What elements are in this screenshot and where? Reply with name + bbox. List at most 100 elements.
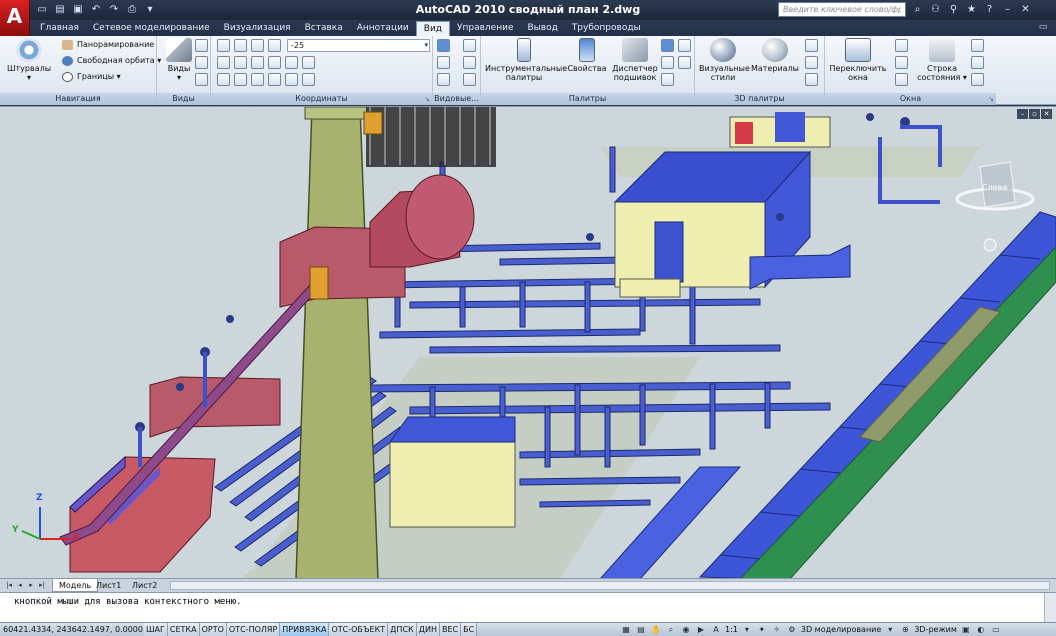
palette-icon[interactable] bbox=[678, 56, 691, 69]
ucs-icon[interactable] bbox=[217, 56, 230, 69]
drawing-viewport[interactable]: – ▫ ✕ Слева Z X Y bbox=[0, 106, 1056, 578]
ucs-icon[interactable] bbox=[285, 56, 298, 69]
views-button[interactable]: Виды ▾ bbox=[163, 38, 195, 82]
palette-icon[interactable] bbox=[661, 39, 674, 52]
annotation-scale[interactable]: 1:1 bbox=[725, 623, 738, 636]
tab-view[interactable]: Вид bbox=[415, 21, 451, 36]
ucs-icon[interactable] bbox=[285, 73, 298, 86]
window-tool-icon[interactable] bbox=[971, 56, 984, 69]
viewport-icon[interactable] bbox=[463, 73, 476, 86]
isolate-icon[interactable]: ◐ bbox=[975, 624, 987, 635]
palette-icon[interactable] bbox=[661, 56, 674, 69]
workspace-icon[interactable]: ⚙ bbox=[786, 624, 798, 635]
showmotion-icon[interactable]: ▶ bbox=[695, 624, 707, 635]
toggle-ortho[interactable]: ОРТО bbox=[199, 623, 227, 636]
pan-icon[interactable]: ✋ bbox=[650, 624, 662, 635]
tab-home[interactable]: Главная bbox=[33, 21, 86, 36]
window-arrange-icon[interactable] bbox=[895, 39, 908, 52]
ribbon-minimize-icon[interactable]: ▭ bbox=[1036, 22, 1050, 34]
application-menu-button[interactable]: A bbox=[0, 0, 30, 36]
ucs-icon[interactable] bbox=[251, 73, 264, 86]
close-icon[interactable]: ✕ bbox=[1018, 2, 1033, 17]
palette-3d-icon[interactable] bbox=[805, 73, 818, 86]
chevron-down-icon[interactable]: ▾ bbox=[741, 624, 753, 635]
toggle-snap[interactable]: ШАГ bbox=[144, 623, 168, 636]
help-icon[interactable]: ? bbox=[982, 2, 997, 17]
toggle-otrack[interactable]: ОТС-ОБЪЕКТ bbox=[329, 623, 389, 636]
ucs-icon[interactable] bbox=[234, 56, 247, 69]
palette-3d-icon[interactable] bbox=[805, 39, 818, 52]
dialog-launcher-icon[interactable]: ↘ bbox=[988, 93, 994, 105]
window-tool-icon[interactable] bbox=[971, 73, 984, 86]
window-arrange-icon[interactable] bbox=[895, 56, 908, 69]
layout-tab-sheet2[interactable]: Лист2 bbox=[126, 579, 163, 592]
viewcube-face-label[interactable]: Слева bbox=[982, 183, 1007, 192]
viewport-icon[interactable] bbox=[463, 39, 476, 52]
steering-wheel-icon[interactable]: ◉ bbox=[680, 624, 692, 635]
ucs-icon[interactable] bbox=[234, 73, 247, 86]
layout-icon[interactable]: ▤ bbox=[635, 624, 647, 635]
cursor-coordinates[interactable]: 60421.4334, 243642.1497, 0.0000 bbox=[3, 623, 143, 636]
visual-styles-button[interactable]: Визуальные стили bbox=[699, 38, 750, 82]
clean-screen-icon[interactable]: ▭ bbox=[990, 624, 1002, 635]
window-arrange-icon[interactable] bbox=[895, 73, 908, 86]
tab-piping[interactable]: Трубопроводы bbox=[565, 21, 648, 36]
minimize-icon[interactable]: – bbox=[1017, 109, 1028, 119]
search-icon[interactable]: ⌕ bbox=[910, 2, 925, 17]
model-space-icon[interactable]: ▦ bbox=[620, 624, 632, 635]
ucs-icon[interactable] bbox=[268, 39, 281, 52]
ucs-icon[interactable] bbox=[268, 56, 281, 69]
materials-button[interactable]: Материалы bbox=[751, 38, 799, 73]
first-layout-icon[interactable]: |◂ bbox=[4, 580, 14, 591]
prev-layout-icon[interactable]: ◂ bbox=[15, 580, 25, 591]
switch-windows-button[interactable]: Переключить окна bbox=[829, 38, 887, 82]
ucs-icon[interactable] bbox=[268, 73, 281, 86]
layout-tab-sheet1[interactable]: Лист1 bbox=[90, 579, 127, 592]
ucs-icon[interactable] bbox=[251, 56, 264, 69]
user-icon[interactable]: ⚲ bbox=[946, 2, 961, 17]
horizontal-scrollbar[interactable] bbox=[170, 581, 1050, 590]
toggle-lineweight[interactable]: ВЕС bbox=[439, 623, 462, 636]
ucs-icon[interactable] bbox=[217, 39, 230, 52]
extents-button[interactable]: Границы ▾ bbox=[62, 70, 121, 84]
ucs-icon[interactable] bbox=[234, 39, 247, 52]
window-tool-icon[interactable] bbox=[971, 39, 984, 52]
command-line-scrollbar[interactable] bbox=[1044, 593, 1056, 622]
star-icon[interactable]: ★ bbox=[964, 2, 979, 17]
status-bar-button[interactable]: Строка состояния ▾ bbox=[917, 38, 967, 82]
annotation-visibility-icon[interactable]: ✦ bbox=[756, 624, 768, 635]
ucs-icon[interactable] bbox=[302, 56, 315, 69]
hardware-accel-icon[interactable]: ▣ bbox=[960, 624, 972, 635]
tab-insert[interactable]: Вставка bbox=[298, 21, 350, 36]
viewport-icon[interactable] bbox=[463, 56, 476, 69]
viewport-icon[interactable] bbox=[437, 56, 450, 69]
workspace-switcher[interactable]: 3D моделирование bbox=[801, 623, 881, 636]
chevron-down-icon[interactable]: ▾ bbox=[884, 624, 896, 635]
view-tool-icon[interactable] bbox=[195, 56, 208, 69]
minimize-icon[interactable]: – bbox=[1000, 2, 1015, 17]
tab-network-modeling[interactable]: Сетевое моделирование bbox=[86, 21, 217, 36]
tab-annotate[interactable]: Аннотации bbox=[350, 21, 416, 36]
toggle-polar[interactable]: ОТС-ПОЛЯР bbox=[226, 623, 281, 636]
tab-manage[interactable]: Управление bbox=[450, 21, 520, 36]
toggle-qp[interactable]: БС bbox=[461, 623, 478, 636]
palette-icon[interactable] bbox=[661, 73, 674, 86]
auto-scale-icon[interactable]: ✧ bbox=[771, 624, 783, 635]
command-line[interactable]: кнопкой мыши для вызова контекстного мен… bbox=[0, 592, 1056, 622]
view-tool-icon[interactable] bbox=[195, 39, 208, 52]
ucs-icon[interactable] bbox=[251, 39, 264, 52]
search-input[interactable] bbox=[778, 2, 906, 17]
ucs-icon[interactable] bbox=[217, 73, 230, 86]
toggle-osnap[interactable]: ПРИВЯЗКА bbox=[280, 623, 330, 636]
steering-wheels-button[interactable]: Штурвалы ▾ bbox=[6, 38, 52, 82]
ucs-icon[interactable] bbox=[302, 73, 315, 86]
palette-3d-icon[interactable] bbox=[805, 56, 818, 69]
annotation-scale-icon[interactable]: A bbox=[710, 624, 722, 635]
properties-button[interactable]: Свойства bbox=[565, 38, 609, 73]
toggle-dyn[interactable]: ДИН bbox=[416, 623, 440, 636]
pan-button[interactable]: Панорамирование bbox=[62, 38, 154, 52]
tab-output[interactable]: Вывод bbox=[520, 21, 564, 36]
tool-palettes-button[interactable]: Инструментальные палитры bbox=[485, 38, 567, 82]
free-orbit-button[interactable]: Свободная орбита ▾ bbox=[62, 54, 161, 68]
binoculars-icon[interactable]: ⚇ bbox=[928, 2, 943, 17]
